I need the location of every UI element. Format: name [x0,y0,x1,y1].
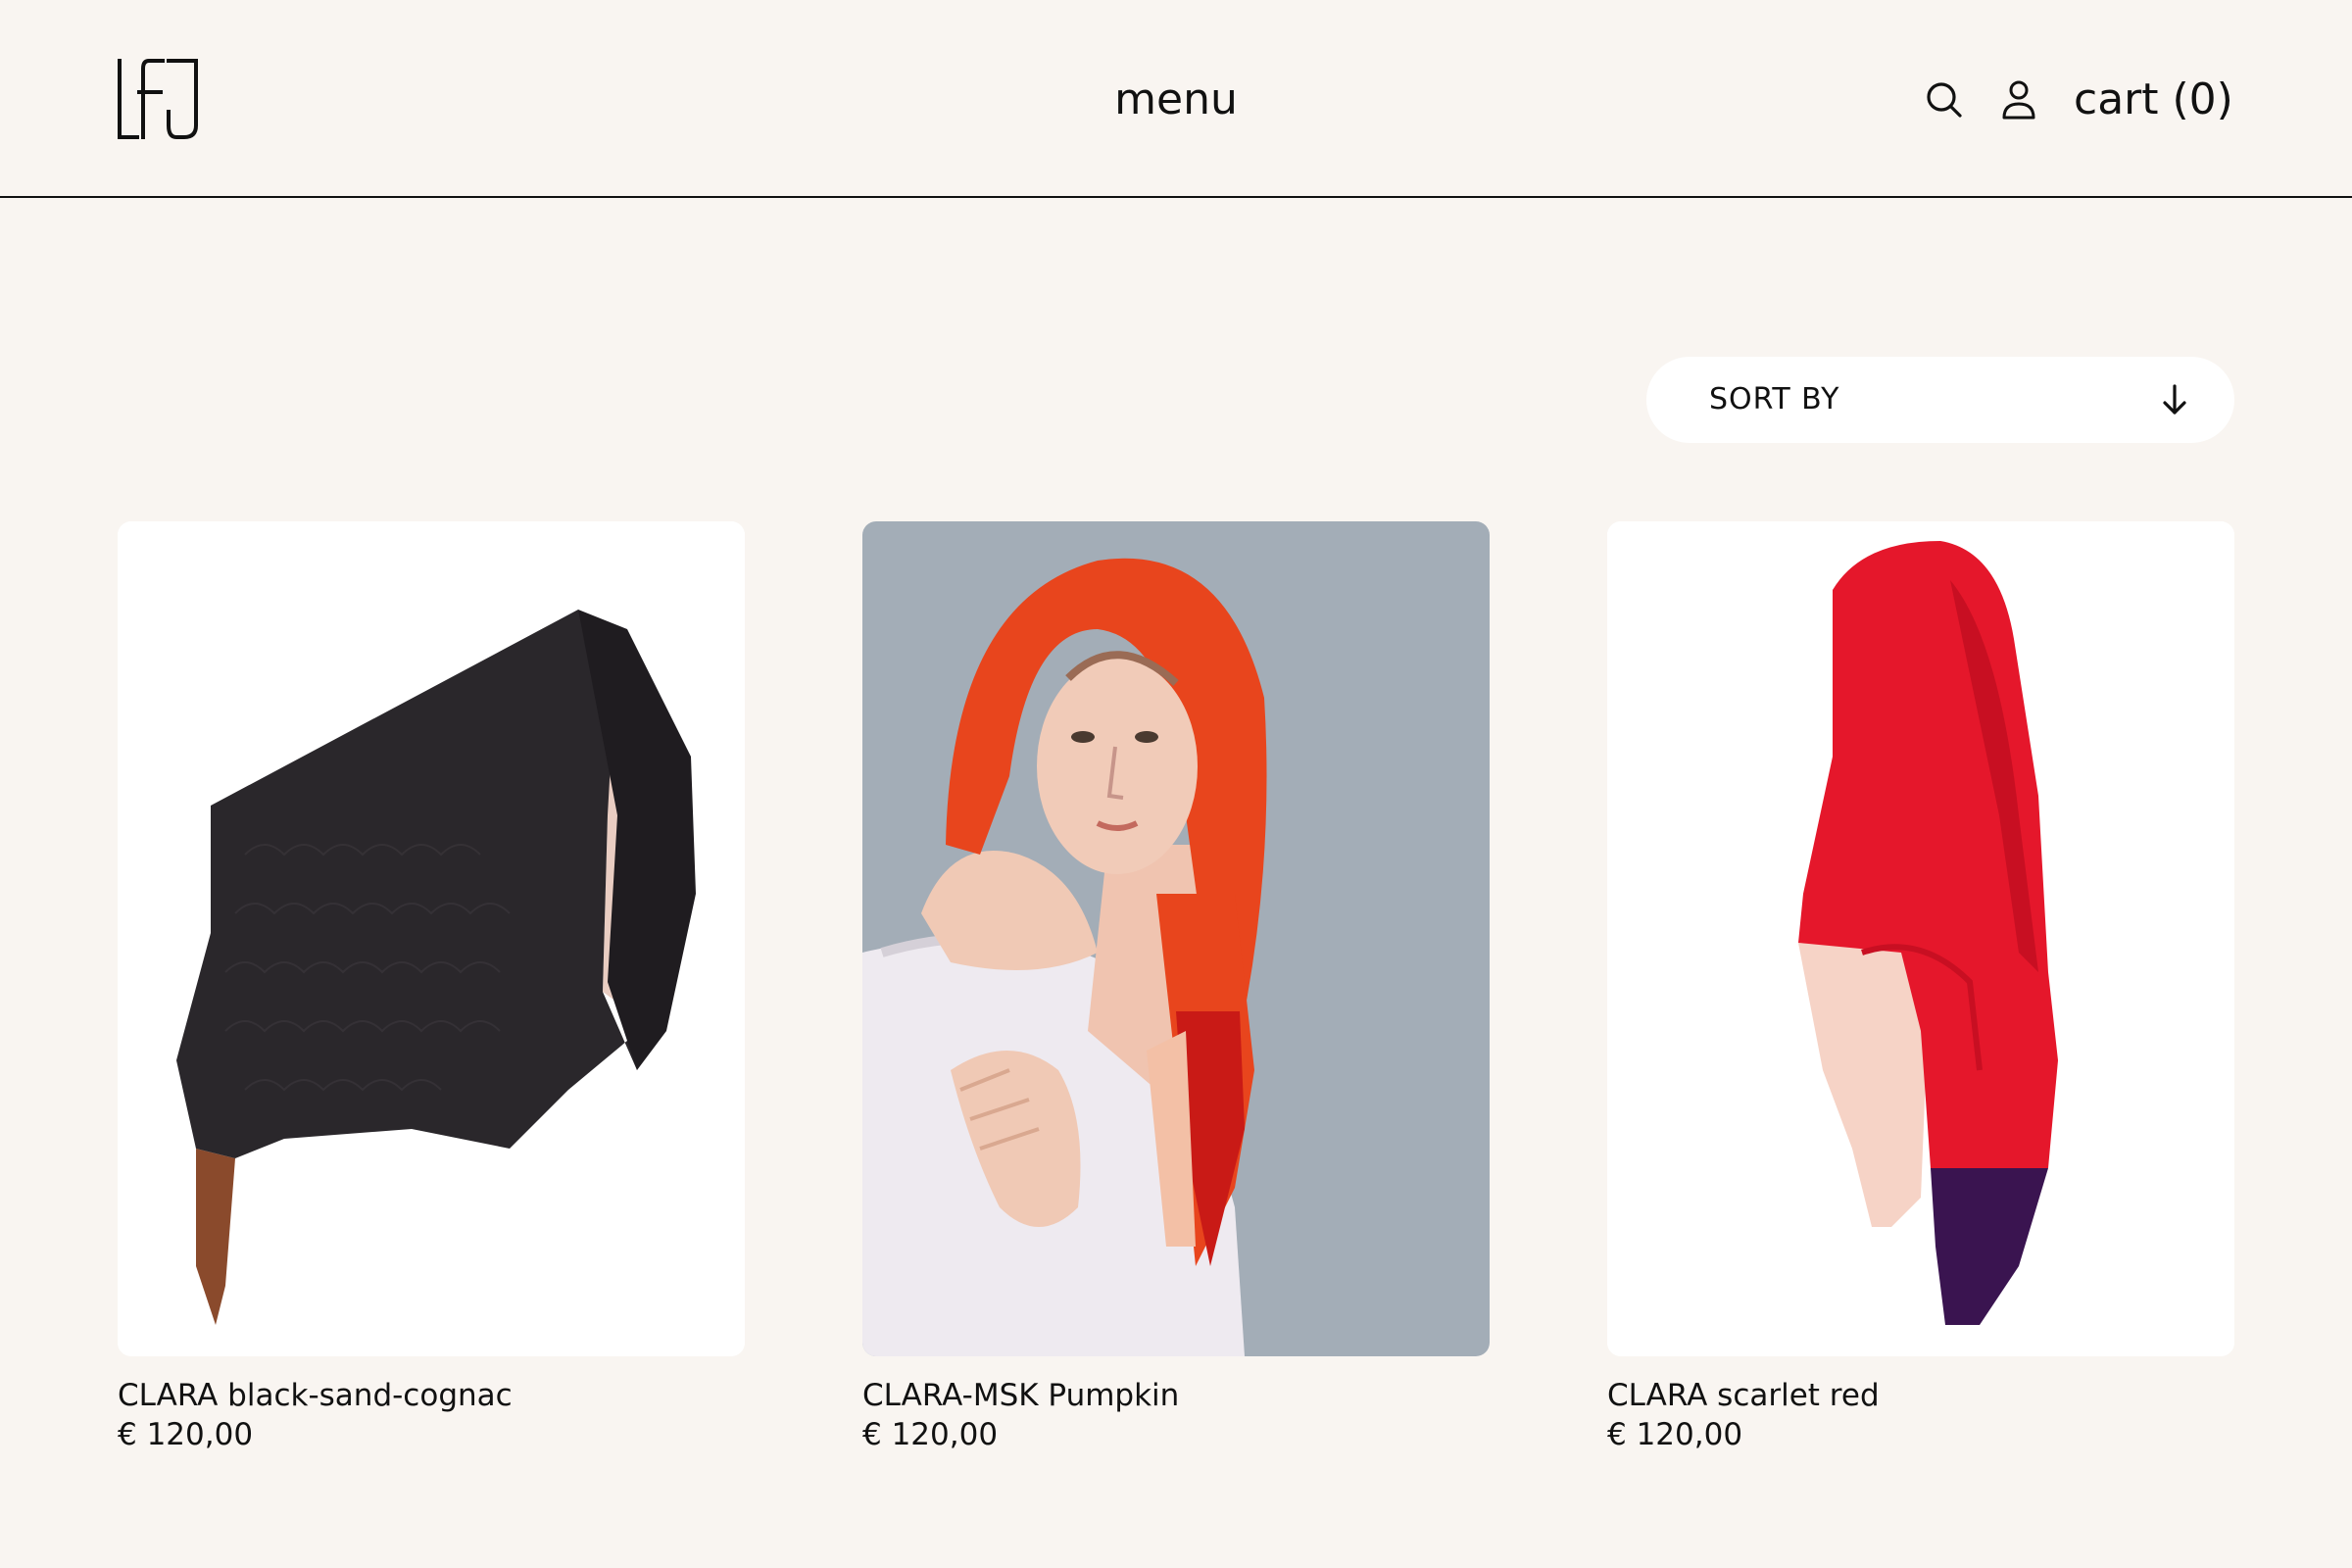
brand-logo[interactable] [116,57,200,141]
search-icon [1927,82,1962,118]
site-header: menu cart (0) [0,0,2352,198]
sort-by-dropdown[interactable]: SORT BY [1646,357,2234,443]
product-price: € 120,00 [118,1417,254,1452]
product-card[interactable]: CLARA black-sand-cognac € 120,00 [118,521,745,1460]
menu-button[interactable]: menu [1078,69,1274,131]
product-image[interactable] [862,521,1490,1356]
pumpkin-model-image [862,521,1490,1356]
black-shawl-image [118,521,745,1356]
product-name[interactable]: CLARA black-sand-cognac [118,1374,513,1417]
product-card[interactable]: CLARA-MSK Pumpkin € 120,00 [862,521,1490,1460]
product-price: € 120,00 [1607,1417,1743,1452]
cart-link[interactable]: cart (0) [2074,69,2233,131]
product-name[interactable]: CLARA-MSK Pumpkin [862,1374,1179,1417]
search-button[interactable] [1925,80,1964,120]
product-card[interactable]: CLARA scarlet red € 120,00 [1607,521,2234,1460]
scarlet-shawl-image [1607,521,2234,1356]
arrow-down-icon [2163,384,2186,415]
product-image[interactable] [1607,521,2234,1356]
account-button[interactable] [2001,80,2036,120]
sort-by-label: SORT BY [1709,382,1840,416]
user-icon [2002,80,2035,120]
logo-icon [118,59,198,139]
product-name[interactable]: CLARA scarlet red [1607,1374,1880,1417]
product-price: € 120,00 [862,1417,999,1452]
product-image[interactable] [118,521,745,1356]
